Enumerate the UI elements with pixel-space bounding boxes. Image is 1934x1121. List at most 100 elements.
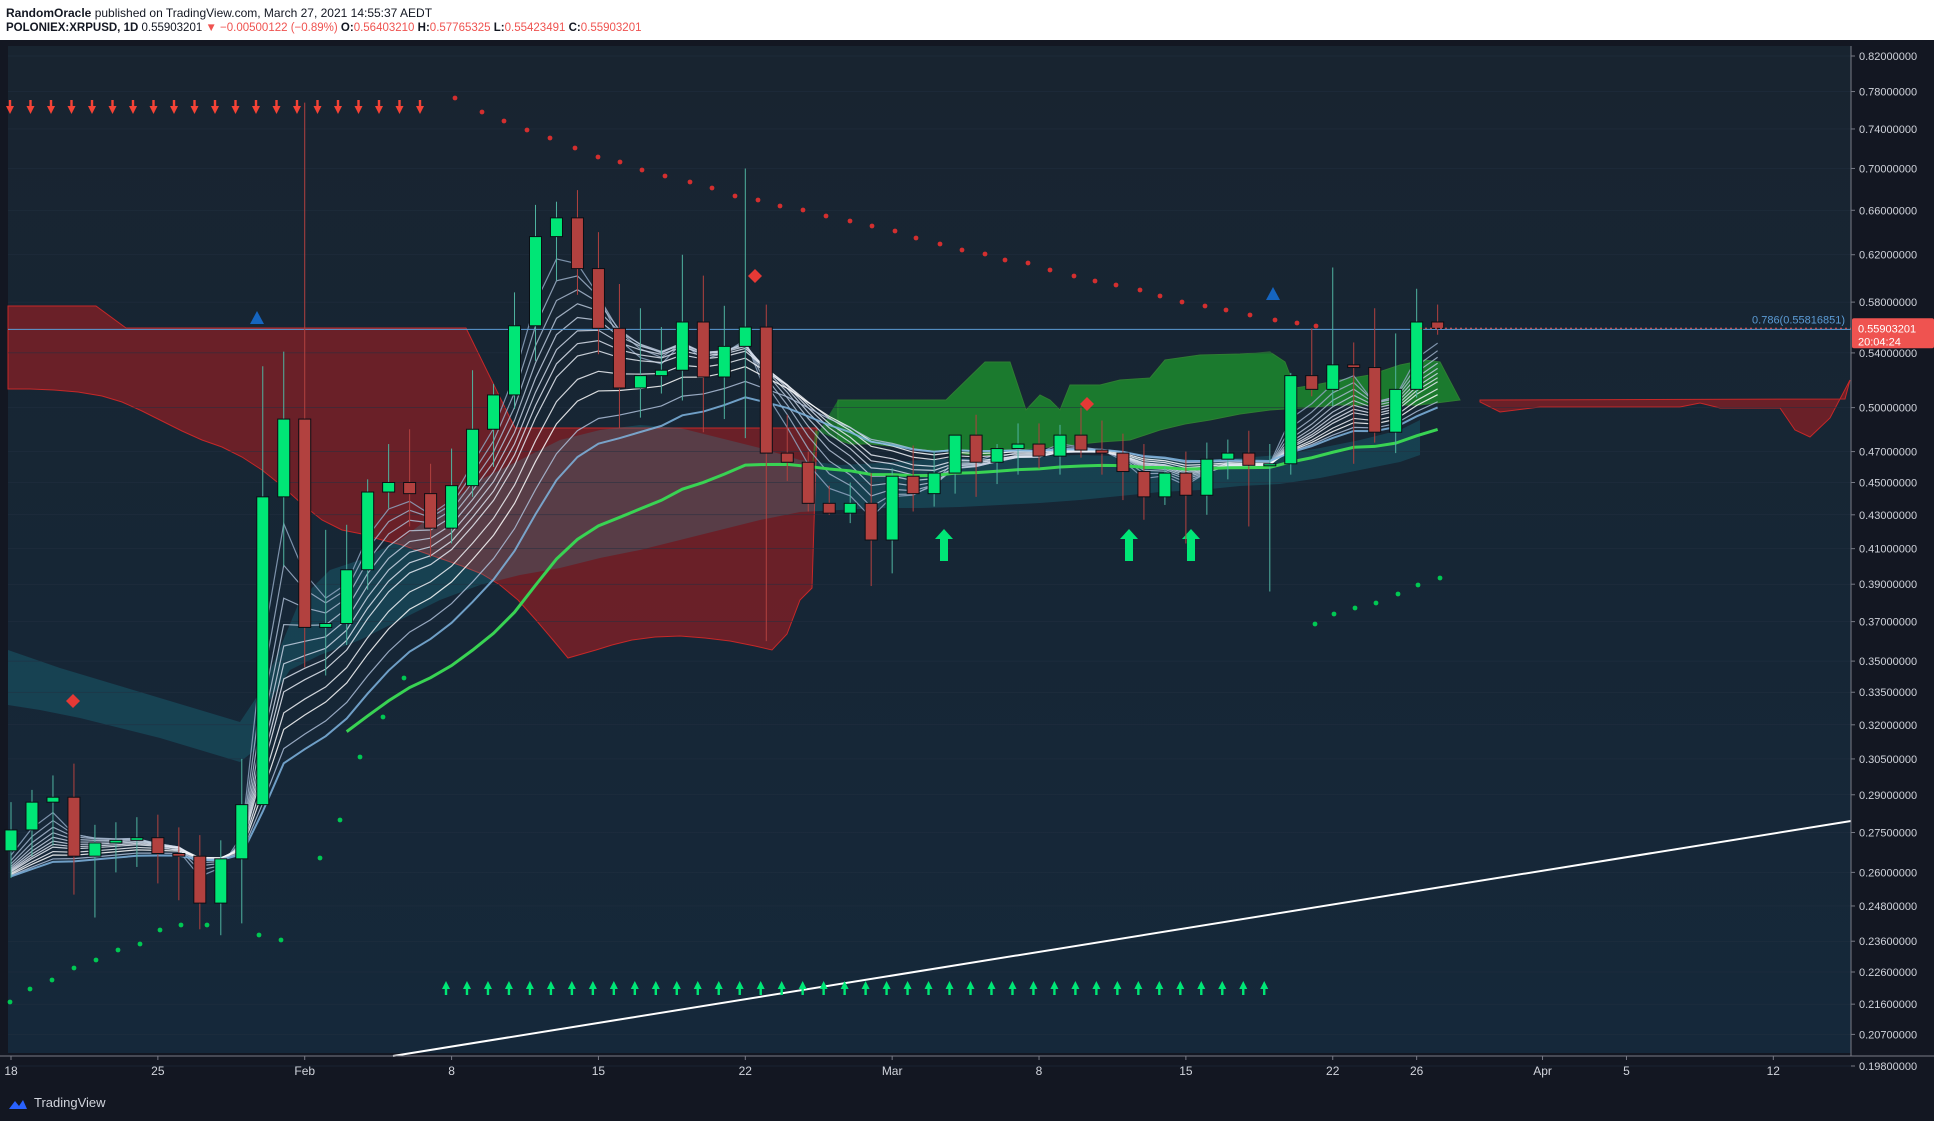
- sar-dot: [71, 965, 77, 971]
- candle-body: [1389, 388, 1403, 433]
- buy-arrow-stem: [570, 989, 574, 995]
- y-tick-label: 0.70000000: [1859, 163, 1917, 175]
- candle-body: [1326, 364, 1340, 390]
- candle-body: [25, 801, 39, 831]
- x-tick-label[interactable]: 5: [1623, 1064, 1630, 1078]
- x-tick-label[interactable]: 15: [1179, 1064, 1193, 1078]
- buy-arrow-stem: [990, 989, 993, 995]
- sar-dot: [115, 947, 121, 953]
- low-label: L:: [493, 22, 505, 34]
- candle-body: [1410, 321, 1424, 390]
- candle-body: [235, 804, 249, 860]
- x-tick-label[interactable]: Apr: [1533, 1064, 1552, 1078]
- x-tick-label[interactable]: 26: [1410, 1064, 1424, 1078]
- buy-arrow-stem: [591, 989, 595, 995]
- sar-dot: [595, 154, 601, 160]
- publication-line: RandomOracle published on TradingView.co…: [6, 6, 432, 20]
- sar-dot: [1312, 621, 1318, 627]
- candle-body: [88, 842, 102, 857]
- candle-body: [151, 837, 165, 854]
- sell-arrow-stem: [8, 100, 12, 106]
- y-tick-label: 0.35000000: [1859, 656, 1917, 668]
- candle-body: [1431, 321, 1445, 329]
- x-tick-label[interactable]: 12: [1767, 1064, 1781, 1078]
- candle-body: [948, 434, 962, 474]
- y-tick-label: 0.37000000: [1859, 617, 1917, 629]
- sar-dot: [847, 218, 853, 224]
- y-tick-label: 0.23600000: [1859, 936, 1917, 948]
- candle[interactable]: [1284, 372, 1298, 475]
- author-name[interactable]: RandomOracle: [6, 6, 91, 20]
- y-tick-label: 0.33500000: [1859, 687, 1917, 699]
- x-tick-label[interactable]: 18: [4, 1064, 18, 1078]
- buy-arrow-stem: [528, 989, 532, 995]
- open-value: 0.56403210: [353, 22, 415, 34]
- published-text: published on TradingView.com, March 27, …: [94, 6, 433, 20]
- candle-body: [717, 345, 731, 378]
- buy-arrow-stem: [1221, 989, 1224, 995]
- candle-body: [487, 394, 501, 430]
- close-label: C:: [568, 22, 581, 34]
- sar-dot: [755, 197, 761, 203]
- candle-body: [529, 236, 542, 327]
- candle-body: [4, 829, 18, 852]
- buy-arrow-stem: [444, 989, 448, 995]
- candle-body: [466, 428, 480, 487]
- price-chart[interactable]: 0.786(0.55816851) 0.82000000 0.78000000 0.…: [0, 40, 1934, 1085]
- candle-body: [1137, 471, 1151, 498]
- buy-arrow-stem: [633, 989, 637, 995]
- buy-arrow-stem: [948, 989, 951, 995]
- sar-dot: [1137, 287, 1143, 293]
- y-tick-label: 0.19800000: [1859, 1061, 1917, 1073]
- x-tick-label[interactable]: 25: [151, 1064, 165, 1078]
- x-tick-label[interactable]: 8: [1036, 1064, 1043, 1078]
- sar-dot: [1071, 273, 1077, 279]
- sar-dot: [1002, 257, 1008, 263]
- candle-body: [1263, 463, 1277, 467]
- candle-body: [67, 796, 81, 857]
- sar-dot: [317, 855, 323, 861]
- candle-body: [801, 461, 815, 504]
- tradingview-logo-icon: [9, 1099, 27, 1109]
- candle-body: [1347, 364, 1361, 369]
- buy-arrow-stem: [759, 989, 762, 995]
- x-tick-label[interactable]: 22: [1326, 1064, 1340, 1078]
- candle-body: [780, 452, 794, 463]
- high-value: 0.57765325: [429, 22, 491, 34]
- tradingview-brand[interactable]: TradingView: [8, 1095, 106, 1111]
- candle-body: [46, 796, 60, 803]
- buy-arrow-stem: [1158, 989, 1161, 995]
- buy-arrow-stem: [906, 989, 909, 995]
- candle-body: [193, 855, 207, 904]
- sell-arrow-stem: [111, 100, 114, 106]
- time-axis[interactable]: 18 25 Feb 8 15 22 Mar 8 15 22 26 Apr 5 12: [0, 1055, 1934, 1078]
- symbol-label[interactable]: POLONIEX:XRPUSD, 1D: [6, 22, 138, 34]
- sell-arrow-stem: [70, 100, 73, 106]
- candle-body: [990, 448, 1004, 463]
- buy-arrow-stem: [801, 989, 804, 995]
- last-price: 0.55903201: [141, 22, 203, 34]
- sar-dot: [1223, 307, 1229, 313]
- buy-arrow-stem: [738, 989, 741, 995]
- sar-dot: [617, 159, 623, 165]
- countdown-text: 20:04:24: [1858, 336, 1901, 348]
- candle-body: [1116, 452, 1130, 473]
- sar-dot: [7, 999, 13, 1005]
- sar-dot: [662, 173, 668, 179]
- buy-arrow-stem: [696, 989, 699, 995]
- x-tick-label[interactable]: 22: [739, 1064, 753, 1078]
- y-tick-label: 0.27500000: [1859, 828, 1917, 840]
- y-tick-label: 0.30500000: [1859, 754, 1917, 766]
- buy-arrow-stem: [507, 989, 511, 995]
- candle-body: [906, 475, 920, 495]
- price-change: −0.00500122 (−0.89%): [220, 22, 338, 34]
- y-tick-label: 0.58000000: [1859, 297, 1917, 309]
- x-tick-label[interactable]: 8: [448, 1064, 455, 1078]
- candle-body: [864, 502, 878, 541]
- sar-dot: [337, 817, 343, 823]
- x-tick-label[interactable]: Feb: [294, 1064, 315, 1078]
- x-tick-label[interactable]: Mar: [882, 1064, 903, 1078]
- x-tick-label[interactable]: 15: [592, 1064, 606, 1078]
- candle-body: [1221, 452, 1235, 460]
- sar-dot: [479, 109, 485, 115]
